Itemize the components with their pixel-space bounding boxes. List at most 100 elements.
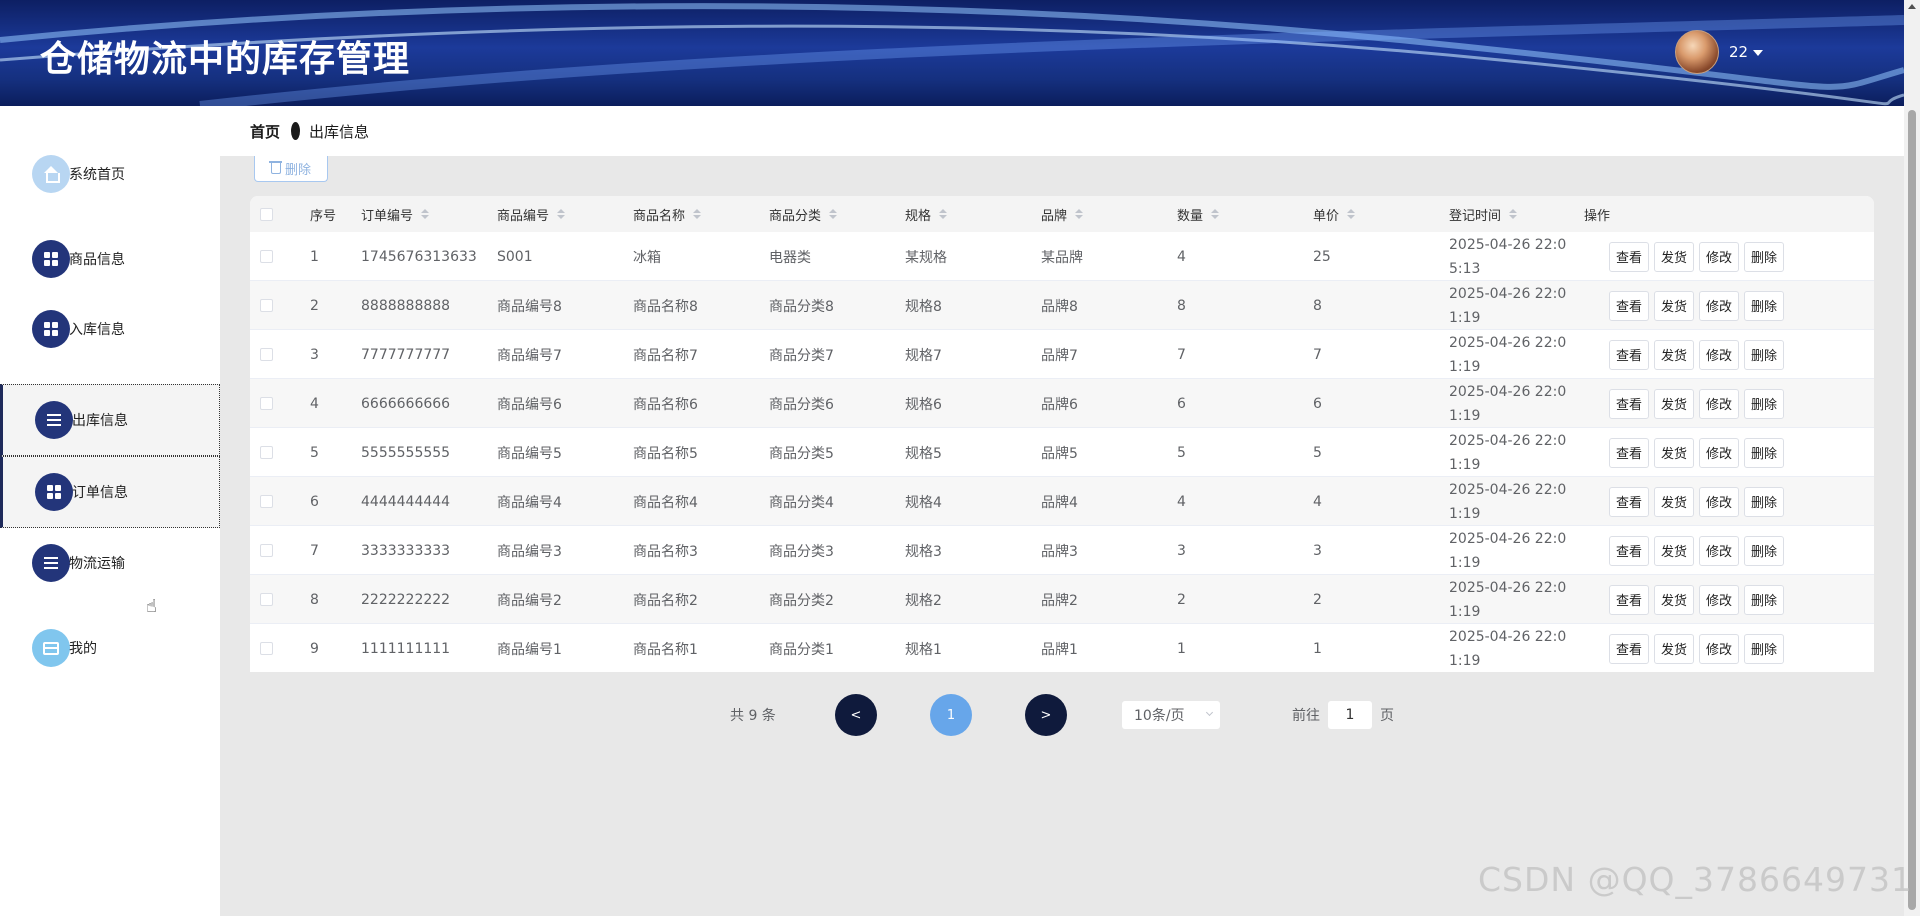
scrollbar-thumb[interactable] bbox=[1908, 110, 1916, 910]
row-checkbox[interactable] bbox=[260, 477, 273, 526]
column-header[interactable]: 数量 bbox=[1177, 196, 1220, 232]
sidebar-item-label: 系统首页 bbox=[69, 167, 125, 183]
column-header[interactable]: 登记时间 bbox=[1449, 196, 1518, 232]
view-button[interactable]: 查看 bbox=[1609, 437, 1649, 468]
table-row[interactable]: 2 8888888888 商品编号8 商品名称8 商品分类8 规格8 品牌8 8 8 2025-0… bbox=[250, 281, 1874, 330]
row-actions: 查看 发货 修改 删除 bbox=[1609, 232, 1784, 281]
table-row[interactable]: 9 1111111111 商品编号1 商品名称1 商品分类1 规格1 品牌1 1 1 2025-0… bbox=[250, 624, 1874, 672]
edit-button[interactable]: 修改 bbox=[1699, 241, 1739, 272]
delete-row-button[interactable]: 删除 bbox=[1744, 339, 1784, 370]
edit-button[interactable]: 修改 bbox=[1699, 535, 1739, 566]
table-row[interactable]: 7 3333333333 商品编号3 商品名称3 商品分类3 规格3 品牌3 3 3 2025-0… bbox=[250, 526, 1874, 575]
sidebar-item-mine[interactable]: 我的 bbox=[0, 613, 220, 683]
table-row[interactable]: 4 6666666666 商品编号6 商品名称6 商品分类6 规格6 品牌6 6 6 2025-0… bbox=[250, 379, 1874, 428]
sidebar-item-inbound[interactable]: 入库信息 bbox=[0, 294, 220, 364]
delete-button[interactable]: 删除 bbox=[254, 156, 328, 182]
row-checkbox[interactable] bbox=[260, 526, 273, 575]
ship-button[interactable]: 发货 bbox=[1654, 535, 1694, 566]
select-all-checkbox[interactable] bbox=[260, 196, 273, 232]
row-checkbox[interactable] bbox=[260, 232, 273, 281]
row-checkbox[interactable] bbox=[260, 330, 273, 379]
ship-button[interactable]: 发货 bbox=[1654, 388, 1694, 419]
page-1-button[interactable]: 1 bbox=[930, 694, 972, 736]
sidebar-item-outbound[interactable]: 出库信息 bbox=[0, 384, 220, 456]
avatar[interactable] bbox=[1675, 30, 1719, 74]
edit-button[interactable]: 修改 bbox=[1699, 388, 1739, 419]
delete-row-button[interactable]: 删除 bbox=[1744, 437, 1784, 468]
table-row[interactable]: 8 2222222222 商品编号2 商品名称2 商品分类2 规格2 品牌2 2 2 2025-0… bbox=[250, 575, 1874, 624]
ship-button[interactable]: 发货 bbox=[1654, 486, 1694, 517]
user-menu[interactable]: 22 bbox=[1675, 30, 1764, 74]
view-button[interactable]: 查看 bbox=[1609, 584, 1649, 615]
delete-row-button[interactable]: 删除 bbox=[1744, 241, 1784, 272]
sidebar-item-products[interactable]: 商品信息 bbox=[0, 224, 220, 294]
row-checkbox[interactable] bbox=[260, 575, 273, 624]
page-size-select[interactable]: 10条/页 bbox=[1122, 701, 1220, 729]
caret-down-icon[interactable] bbox=[1753, 50, 1764, 56]
ship-button[interactable]: 发货 bbox=[1654, 584, 1694, 615]
table-row[interactable]: 3 7777777777 商品编号7 商品名称7 商品分类7 规格7 品牌7 7 7 2025-0… bbox=[250, 330, 1874, 379]
edit-button[interactable]: 修改 bbox=[1699, 339, 1739, 370]
breadcrumb-home[interactable]: 首页 bbox=[250, 121, 280, 142]
table-row[interactable]: 1 1745676313633 S001 冰箱 电器类 某规格 某品牌 4 25 2025-04-… bbox=[250, 232, 1874, 281]
view-button[interactable]: 查看 bbox=[1609, 535, 1649, 566]
column-header[interactable]: 品牌 bbox=[1041, 196, 1084, 232]
column-header[interactable]: 订单编号 bbox=[361, 196, 430, 232]
product-brand: 某品牌 bbox=[1041, 249, 1083, 266]
table-row[interactable]: 6 4444444444 商品编号4 商品名称4 商品分类4 规格4 品牌4 4 4 2025-0… bbox=[250, 477, 1874, 526]
sidebar-item-orders[interactable]: 订单信息 bbox=[0, 456, 220, 528]
ship-button[interactable]: 发货 bbox=[1654, 290, 1694, 321]
product-name: 商品名称7 bbox=[633, 347, 698, 364]
delete-row-button[interactable]: 删除 bbox=[1744, 633, 1784, 664]
hand-cursor-icon: ☝ bbox=[146, 596, 157, 617]
ship-button[interactable]: 发货 bbox=[1654, 633, 1694, 664]
page-scrollbar[interactable] bbox=[1904, 0, 1920, 916]
view-button[interactable]: 查看 bbox=[1609, 339, 1649, 370]
edit-button[interactable]: 修改 bbox=[1699, 290, 1739, 321]
user-name: 22 bbox=[1729, 43, 1749, 61]
row-checkbox[interactable] bbox=[260, 281, 273, 330]
edit-button[interactable]: 修改 bbox=[1699, 584, 1739, 615]
column-header[interactable]: 规格 bbox=[905, 196, 948, 232]
product-spec: 某规格 bbox=[905, 249, 947, 266]
ship-button[interactable]: 发货 bbox=[1654, 241, 1694, 272]
grid-icon bbox=[35, 473, 73, 511]
view-button[interactable]: 查看 bbox=[1609, 633, 1649, 664]
order-number: 1745676313633 bbox=[361, 248, 477, 265]
ship-button[interactable]: 发货 bbox=[1654, 339, 1694, 370]
row-index: 7 bbox=[310, 542, 319, 559]
column-header[interactable]: 单价 bbox=[1313, 196, 1356, 232]
delete-row-button[interactable]: 删除 bbox=[1744, 290, 1784, 321]
product-category: 商品分类1 bbox=[769, 641, 834, 658]
row-checkbox[interactable] bbox=[260, 379, 273, 428]
register-time: 2025-04-26 22:05:13 bbox=[1449, 236, 1567, 277]
delete-row-button[interactable]: 删除 bbox=[1744, 535, 1784, 566]
product-category: 商品分类6 bbox=[769, 396, 834, 413]
scroll-up-icon[interactable] bbox=[1908, 4, 1916, 9]
table-row[interactable]: 5 5555555555 商品编号5 商品名称5 商品分类5 规格5 品牌5 5 5 2025-0… bbox=[250, 428, 1874, 477]
row-checkbox[interactable] bbox=[260, 624, 273, 672]
ship-button[interactable]: 发货 bbox=[1654, 437, 1694, 468]
prev-page-button[interactable]: < bbox=[835, 694, 877, 736]
column-header[interactable]: 商品分类 bbox=[769, 196, 838, 232]
watermark: CSDN @QQ_3786649731 bbox=[1478, 860, 1913, 899]
view-button[interactable]: 查看 bbox=[1609, 290, 1649, 321]
delete-row-button[interactable]: 删除 bbox=[1744, 388, 1784, 419]
column-header[interactable]: 商品名称 bbox=[633, 196, 702, 232]
product-code: 商品编号4 bbox=[497, 494, 562, 511]
sidebar-item-home[interactable]: 系统首页 bbox=[0, 139, 220, 209]
column-header[interactable]: 商品编号 bbox=[497, 196, 566, 232]
goto-page-input[interactable]: 1 bbox=[1328, 701, 1372, 729]
row-checkbox[interactable] bbox=[260, 428, 273, 477]
view-button[interactable]: 查看 bbox=[1609, 241, 1649, 272]
next-page-button[interactable]: > bbox=[1025, 694, 1067, 736]
edit-button[interactable]: 修改 bbox=[1699, 437, 1739, 468]
sidebar-item-logistics[interactable]: 物流运输 bbox=[0, 528, 220, 598]
view-button[interactable]: 查看 bbox=[1609, 388, 1649, 419]
row-actions: 查看 发货 修改 删除 bbox=[1609, 526, 1784, 575]
view-button[interactable]: 查看 bbox=[1609, 486, 1649, 517]
edit-button[interactable]: 修改 bbox=[1699, 633, 1739, 664]
delete-row-button[interactable]: 删除 bbox=[1744, 486, 1784, 517]
edit-button[interactable]: 修改 bbox=[1699, 486, 1739, 517]
delete-row-button[interactable]: 删除 bbox=[1744, 584, 1784, 615]
